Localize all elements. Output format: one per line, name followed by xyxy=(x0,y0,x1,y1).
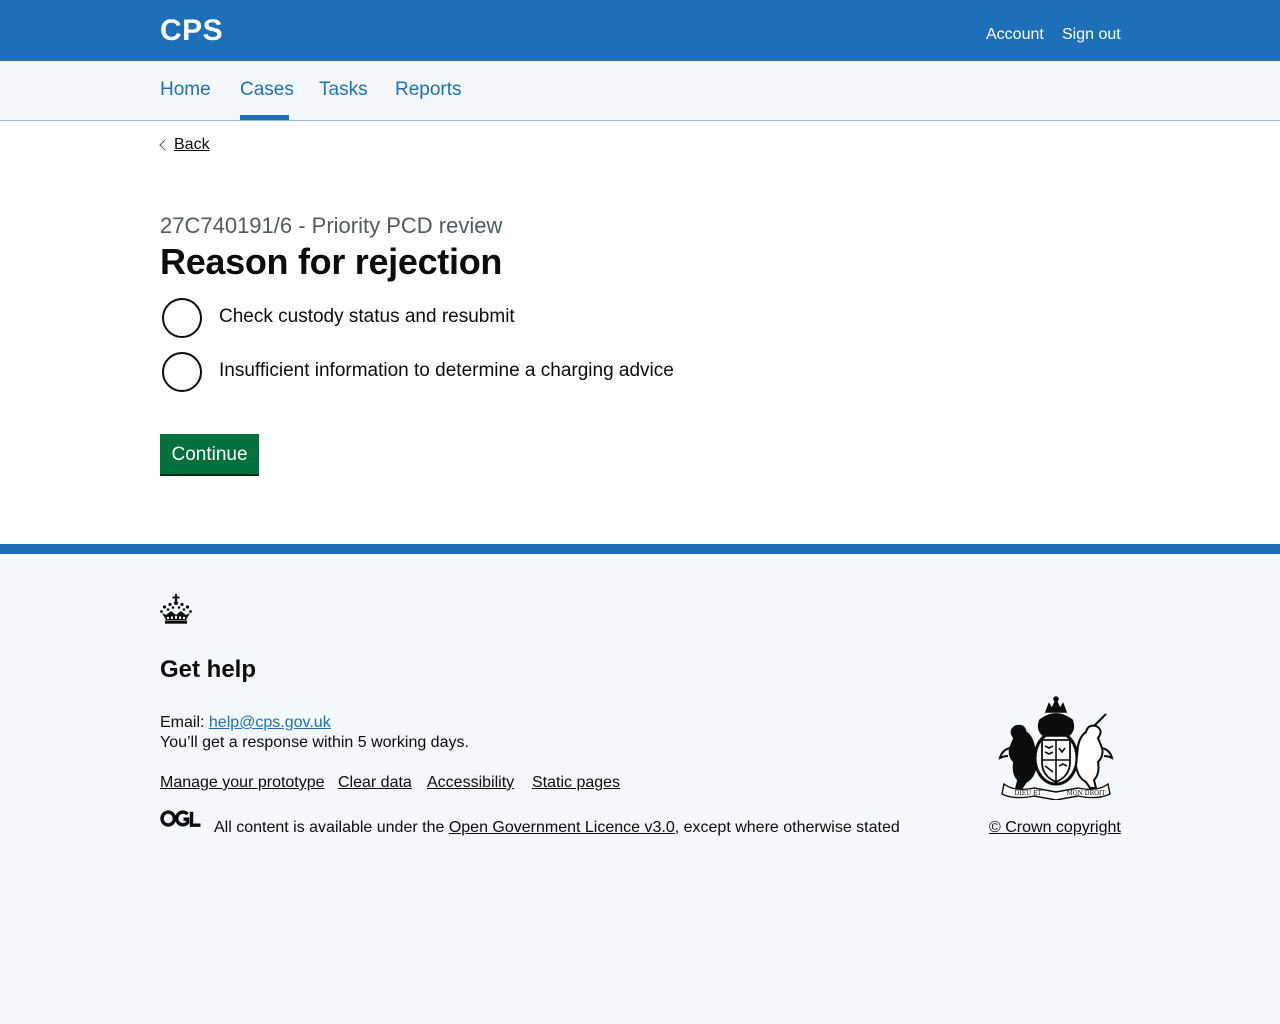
radio-option-insufficient-information[interactable]: Insufficient information to determine a … xyxy=(160,350,760,394)
royal-coat-of-arms: DIEU ET MON DROIT xyxy=(998,696,1114,800)
sign-out-link[interactable]: Sign out xyxy=(1062,26,1121,44)
get-help-heading: Get help xyxy=(160,656,257,683)
back-link-label: Back xyxy=(174,136,210,153)
email-label: Email: xyxy=(160,714,205,731)
help-email: Email: help@cps.gov.uk xyxy=(160,714,331,732)
radio-label[interactable]: Insufficient information to determine a … xyxy=(219,360,674,382)
radio-label[interactable]: Check custody status and resubmit xyxy=(219,306,515,328)
page-title: Reason for rejection xyxy=(160,241,503,282)
radio-input[interactable] xyxy=(162,298,202,338)
nav-item-reports[interactable]: Reports xyxy=(395,79,462,101)
footer-link-static-pages[interactable]: Static pages xyxy=(532,774,620,792)
page-caption: 27C740191/6 - Priority PCD review xyxy=(160,213,503,238)
response-time-text: You’ll get a response within 5 working d… xyxy=(160,734,469,751)
nav-item-tasks[interactable]: Tasks xyxy=(319,79,368,101)
continue-button[interactable]: Continue xyxy=(160,434,259,474)
footer-link-manage-prototype[interactable]: Manage your prototype xyxy=(160,774,325,792)
service-logo-link[interactable]: CPS xyxy=(160,14,223,48)
licence-text: All content is available under the Open … xyxy=(214,819,900,837)
site-header: CPS Account Sign out xyxy=(0,0,1280,61)
primary-navigation: Home Cases Tasks Reports xyxy=(0,61,1280,121)
nav-active-indicator xyxy=(240,115,289,120)
crown-copyright-link[interactable]: © Crown copyright xyxy=(989,819,1121,837)
nav-item-cases[interactable]: Cases xyxy=(240,79,294,101)
crown-icon xyxy=(160,594,192,624)
licence-prefix: All content is available under the xyxy=(214,819,445,836)
crest-motto-right: MON DROIT xyxy=(1067,790,1106,797)
ogl-licence-link[interactable]: Open Government Licence v3.0 xyxy=(449,819,675,836)
account-link[interactable]: Account xyxy=(986,26,1044,44)
footer-link-accessibility[interactable]: Accessibility xyxy=(427,774,514,792)
page: CPS Account Sign out Home Cases Tasks Re… xyxy=(0,0,1280,1024)
radio-option-check-custody[interactable]: Check custody status and resubmit xyxy=(160,296,760,340)
site-footer: Get help Email: help@cps.gov.uk You’ll g… xyxy=(0,544,1280,1024)
footer-link-clear-data[interactable]: Clear data xyxy=(338,774,412,792)
help-email-link[interactable]: help@cps.gov.uk xyxy=(209,714,331,731)
nav-item-home[interactable]: Home xyxy=(160,79,211,101)
main-content: Back 27C740191/6 - Priority PCD review R… xyxy=(0,121,1280,544)
ogl-logo xyxy=(160,810,201,827)
chevron-left-icon xyxy=(159,139,171,151)
radio-input[interactable] xyxy=(162,352,202,392)
licence-suffix: , except where otherwise stated xyxy=(674,819,900,836)
crest-motto-left: DIEU ET xyxy=(1015,790,1042,797)
